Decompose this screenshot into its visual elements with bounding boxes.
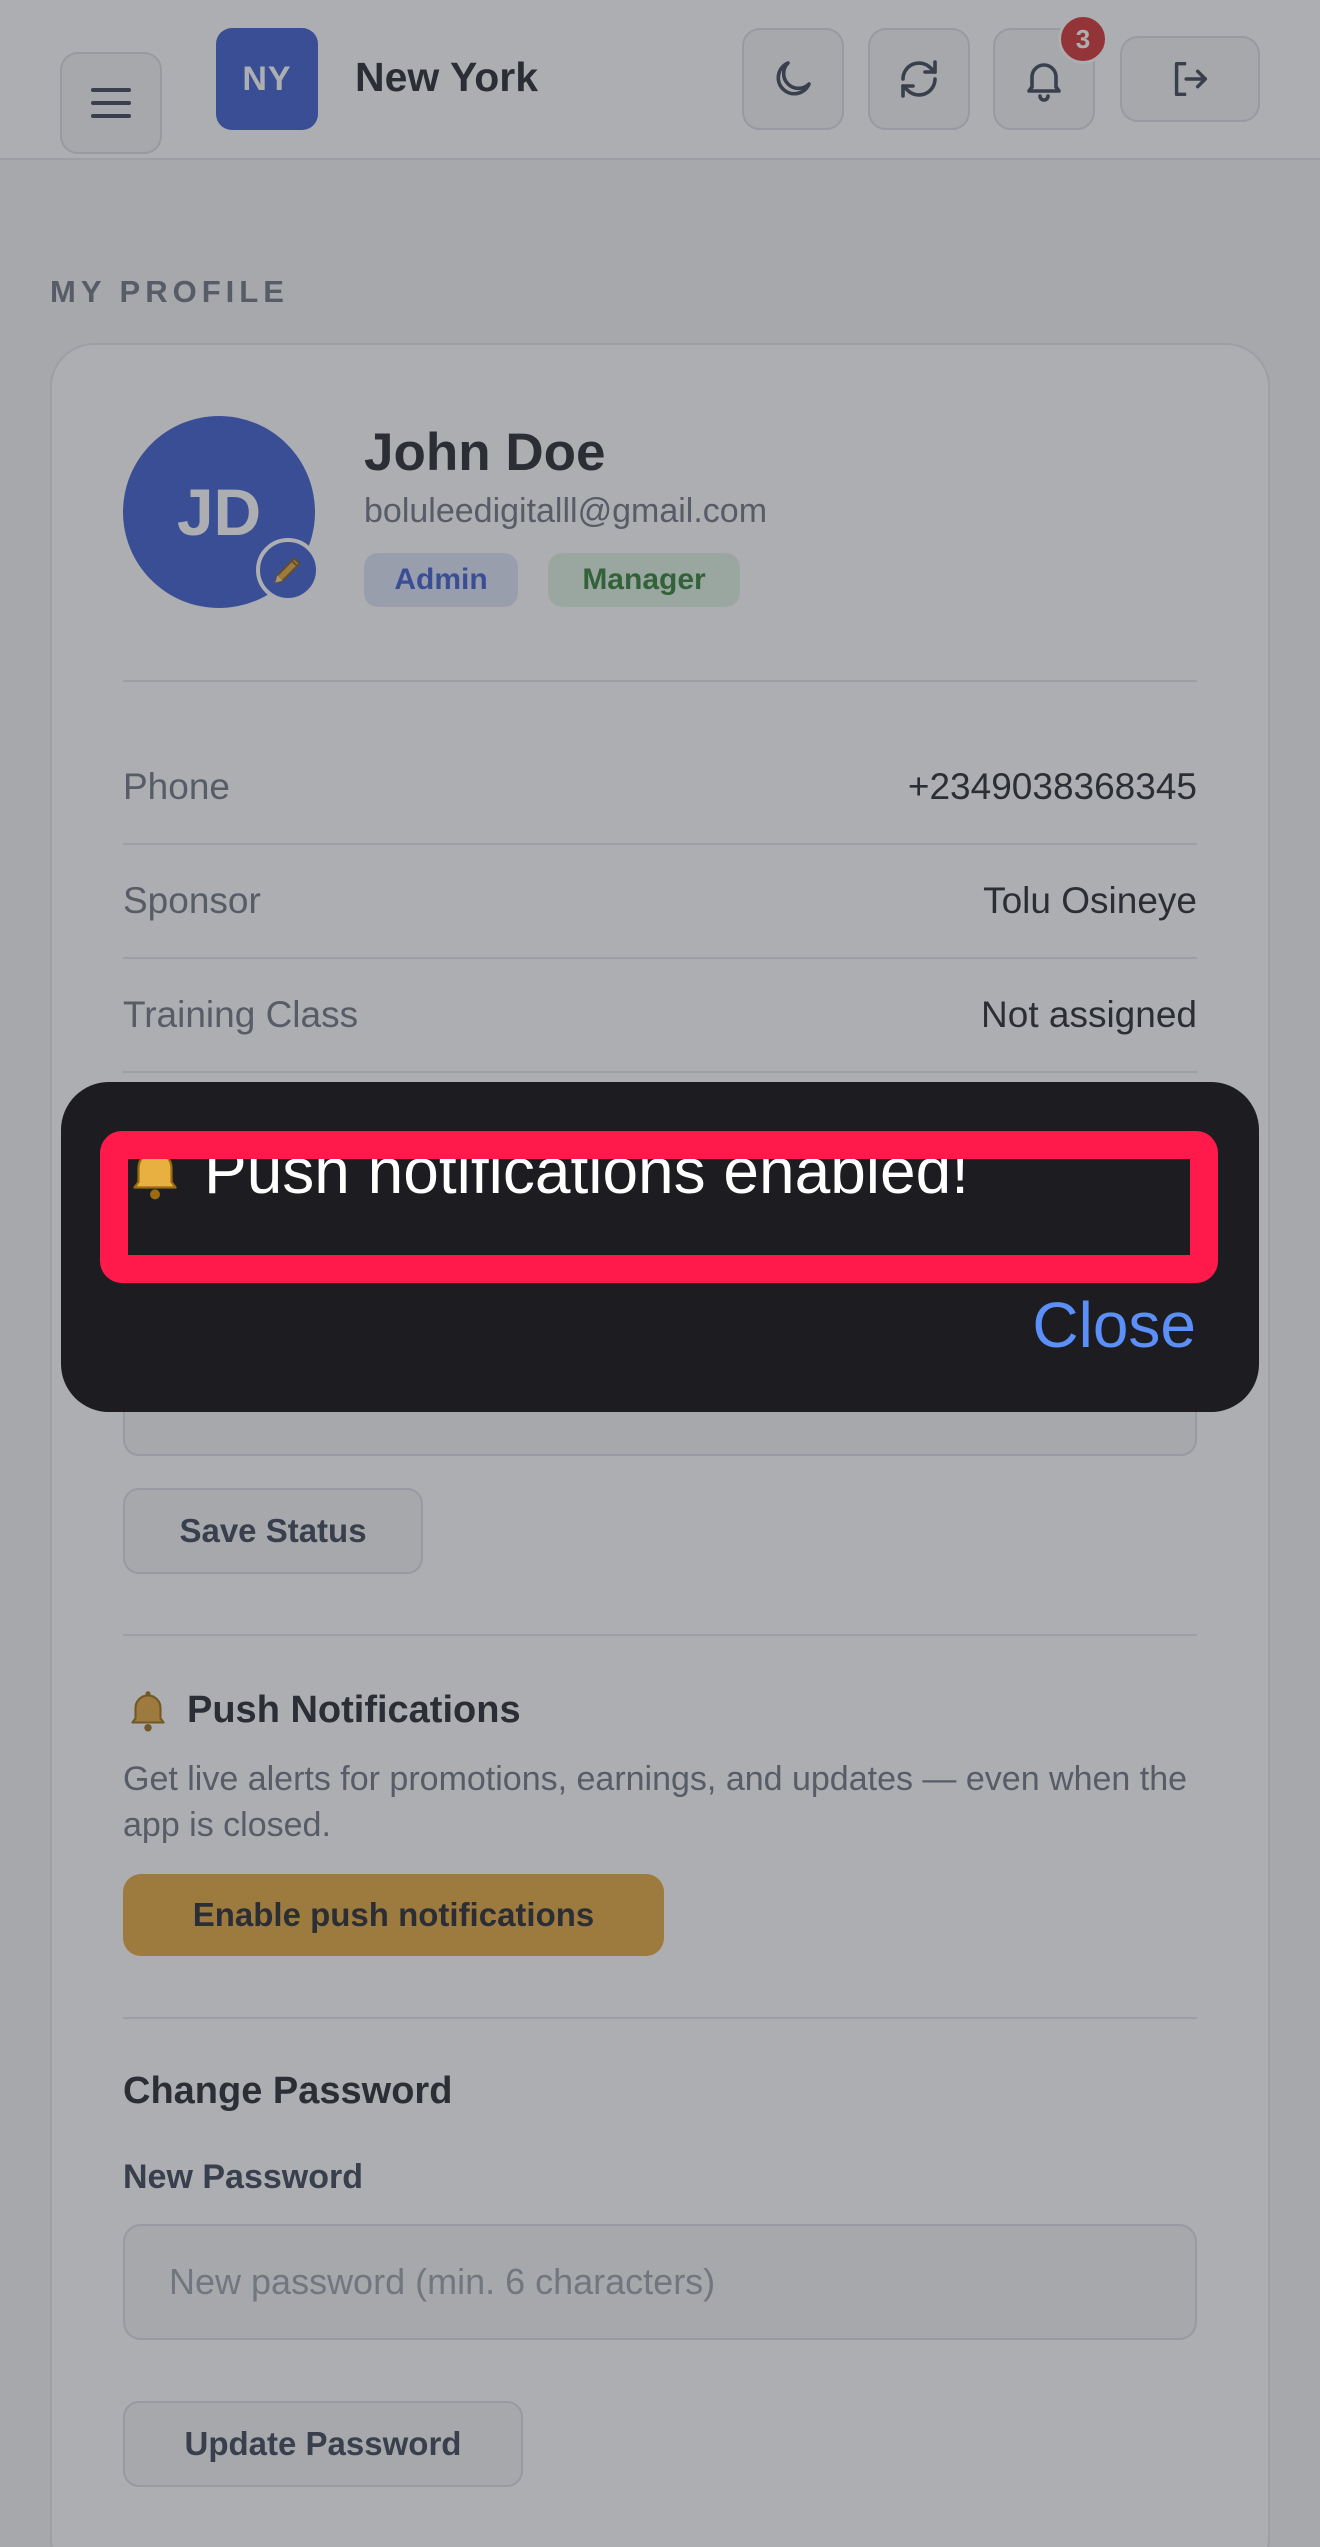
highlight-box [100, 1131, 1218, 1283]
toast-close-button[interactable]: Close [1032, 1288, 1196, 1362]
